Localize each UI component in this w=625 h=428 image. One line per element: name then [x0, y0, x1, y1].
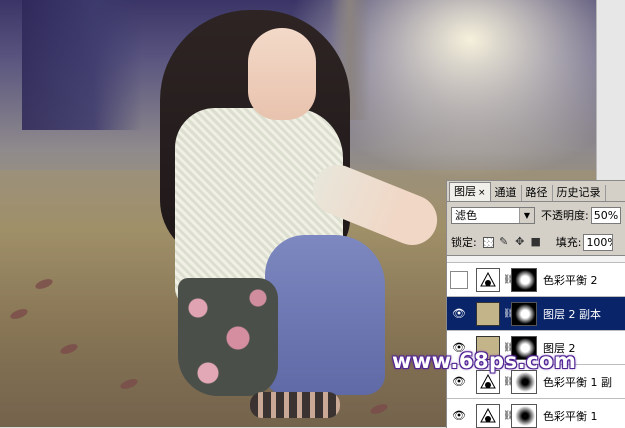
layer-mask-thumb[interactable] — [511, 267, 537, 292]
layer-mask-thumb[interactable] — [511, 369, 537, 394]
tab-label: 历史记录 — [556, 186, 601, 199]
eye-icon[interactable]: 👁 — [450, 407, 468, 425]
layer-row[interactable]: ⛓ 色彩平衡 2 — [447, 263, 625, 297]
woman-face — [248, 28, 316, 120]
tab-history[interactable]: 历史记录 — [553, 185, 606, 201]
opacity-input[interactable]: 50% — [590, 206, 621, 224]
layer-row[interactable]: 👁 ⛓ 色彩平衡 1 — [447, 399, 625, 428]
eye-icon[interactable]: 👁 — [450, 373, 468, 391]
tab-label: 图层 — [454, 185, 476, 198]
brush-icon[interactable]: ✎ — [498, 236, 510, 248]
tree-trunk-left — [22, 0, 142, 130]
link-icon[interactable]: ⛓ — [503, 377, 514, 387]
floral-skirt — [178, 278, 278, 396]
tab-label: 通道 — [494, 186, 517, 199]
layer-mask-thumb[interactable] — [511, 403, 537, 428]
fill-input[interactable]: 100% — [583, 233, 614, 251]
eye-icon[interactable]: 👁 — [450, 305, 468, 323]
layer-name: 色彩平衡 2 — [543, 273, 598, 287]
tab-channels[interactable]: 通道 — [491, 185, 522, 201]
tab-label: 路径 — [525, 186, 548, 199]
layer-mask-thumb[interactable] — [511, 301, 537, 326]
lock-transparency-icon[interactable] — [482, 236, 494, 248]
lock-fill-row: 锁定: ✎ ✥ ■ 填充: 100% — [451, 233, 625, 251]
tab-layers[interactable]: 图层 × — [449, 182, 491, 201]
watermark-text: www.68ps.com — [392, 349, 577, 373]
layer-name: 色彩平衡 1 副 — [543, 375, 612, 389]
layer-row-partial — [447, 256, 625, 263]
adjustment-icon — [476, 369, 500, 394]
close-icon[interactable]: × — [478, 188, 486, 198]
layer-thumb — [476, 301, 500, 326]
panel-tabs: 图层 × 通道 路径 历史记录 — [447, 181, 625, 202]
adjustment-icon — [476, 267, 500, 292]
link-icon[interactable]: ⛓ — [503, 275, 514, 285]
adjustment-icon — [476, 403, 500, 428]
woman-jeans — [265, 235, 385, 395]
lock-icon[interactable]: ■ — [530, 236, 542, 248]
workspace-edge — [596, 0, 625, 180]
layers-list: ⛓ 色彩平衡 2 👁 ⛓ 图层 2 副本 👁 ⛓ 图层 2 👁 ⛓ 色彩平衡 1… — [447, 255, 625, 428]
opacity-label: 不透明度: — [541, 209, 589, 222]
blend-mode-value: 滤色 — [455, 209, 477, 222]
layer-row-selected[interactable]: 👁 ⛓ 图层 2 副本 — [447, 297, 625, 331]
link-icon[interactable]: ⛓ — [503, 309, 514, 319]
link-icon[interactable]: ⛓ — [503, 411, 514, 421]
move-icon[interactable]: ✥ — [514, 236, 526, 248]
layer-name: 图层 2 副本 — [543, 307, 601, 321]
blend-mode-select[interactable]: 滤色 ▼ — [451, 206, 535, 224]
tab-paths[interactable]: 路径 — [522, 185, 553, 201]
layer-name: 色彩平衡 1 — [543, 409, 598, 423]
lock-label: 锁定: — [451, 236, 477, 249]
layers-panel: 图层 × 通道 路径 历史记录 滤色 ▼ 不透明度: 50% 锁定: ✎ ✥ ■ … — [446, 180, 625, 428]
sandals — [250, 392, 340, 418]
blend-opacity-row: 滤色 ▼ 不透明度: 50% — [451, 205, 625, 225]
fill-label: 填充: — [555, 236, 582, 249]
visibility-toggle[interactable] — [450, 270, 468, 289]
chevron-down-icon[interactable]: ▼ — [519, 207, 534, 223]
